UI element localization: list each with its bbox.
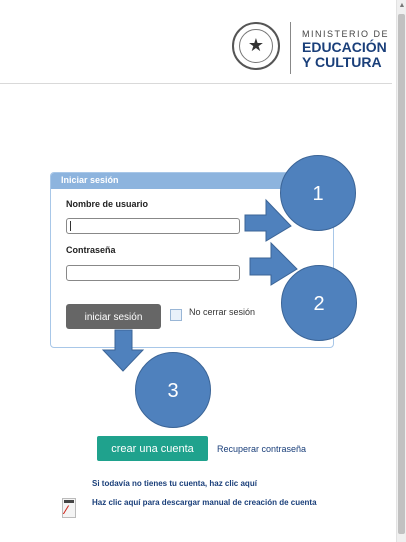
create-account-button[interactable]: crear una cuenta [97,436,208,461]
arrow-3-icon [101,329,145,372]
recover-password-link[interactable]: Recuperar contraseña [217,444,306,454]
callout-1: 1 [280,155,356,231]
manual-download-link[interactable]: Haz clic aquí para descargar manual de c… [92,498,342,508]
create-account-label: crear una cuenta [111,443,194,455]
callout-3: 3 [135,352,211,428]
signup-hint-link[interactable]: Si todavía no tienes tu cuenta, haz clic… [92,479,257,488]
callout-2: 2 [281,265,357,341]
pdf-icon[interactable]: ⁄ [62,498,76,518]
